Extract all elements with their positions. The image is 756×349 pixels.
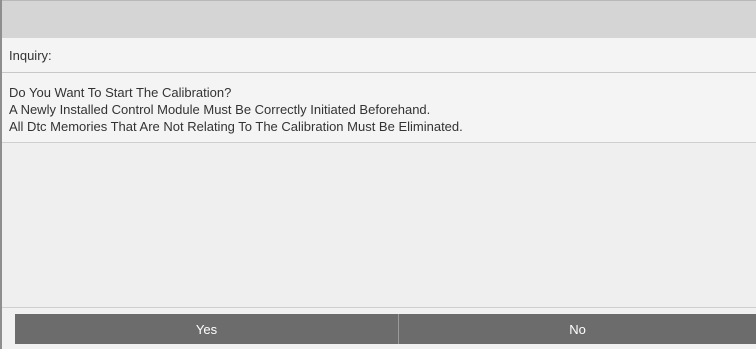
- message-line-question: Do You Want To Start The Calibration?: [9, 85, 232, 100]
- content-area: [2, 143, 756, 307]
- inquiry-header: Inquiry:: [2, 38, 756, 73]
- no-button[interactable]: No: [399, 314, 756, 344]
- title-bar: [0, 0, 756, 38]
- calibration-dialog: Inquiry: Do You Want To Start The Calibr…: [0, 0, 756, 349]
- inquiry-label: Inquiry:: [9, 48, 52, 63]
- message-line-dtc: All Dtc Memories That Are Not Relating T…: [9, 119, 463, 134]
- button-bar: Yes No: [2, 307, 756, 349]
- yes-button[interactable]: Yes: [15, 314, 398, 344]
- message-line-module: A Newly Installed Control Module Must Be…: [9, 102, 431, 117]
- message-panel: Do You Want To Start The Calibration? A …: [2, 73, 756, 143]
